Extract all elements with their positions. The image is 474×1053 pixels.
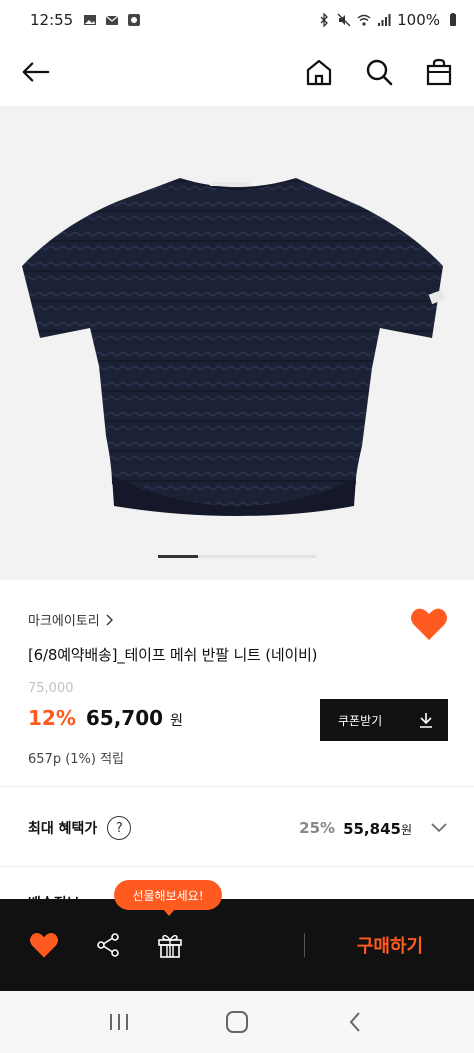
shopping-bag-icon	[426, 58, 452, 86]
price-row: 12% 65,700 원	[28, 706, 183, 730]
home-circle-icon	[226, 1011, 248, 1033]
currency-label: 원	[170, 713, 184, 729]
recent-apps-icon	[110, 1014, 128, 1030]
share-icon	[97, 933, 119, 957]
wishlist-button[interactable]	[410, 606, 448, 642]
status-time: 12:55	[30, 11, 74, 29]
purchase-bar: 구매하기	[0, 899, 474, 991]
divider	[0, 786, 474, 787]
back-button[interactable]	[20, 57, 50, 87]
gift-tooltip-text: 선물해보세요!	[132, 888, 204, 903]
max-benefit-currency: 원	[400, 822, 412, 837]
signal-icon	[378, 14, 391, 26]
back-system-button[interactable]	[335, 1002, 375, 1042]
home-button[interactable]	[304, 57, 334, 87]
battery-percent: 100%	[397, 11, 440, 29]
help-icon[interactable]: ?	[107, 816, 132, 840]
original-price: 75,000	[28, 681, 74, 696]
recent-apps-button[interactable]	[99, 1002, 139, 1042]
knit-sweater-image	[22, 178, 446, 516]
separator	[304, 933, 305, 957]
cart-button[interactable]	[424, 57, 454, 87]
gift-icon	[158, 934, 182, 958]
max-benefit-row[interactable]: 최대 혜택가 ? 25% 55,845원	[28, 812, 448, 844]
search-button[interactable]	[364, 57, 394, 87]
app-icon	[128, 14, 141, 26]
image-icon	[84, 15, 97, 25]
buy-button[interactable]: 구매하기	[320, 915, 460, 975]
mute-icon	[337, 13, 351, 27]
heart-icon	[30, 933, 58, 958]
carousel-active-segment	[158, 555, 198, 558]
chevron-right-icon	[106, 614, 113, 625]
chevron-left-icon	[349, 1012, 360, 1032]
max-benefit-percent: 25%	[299, 819, 336, 837]
wifi-icon	[357, 14, 371, 26]
coupon-download-button[interactable]: 쿠폰받기	[320, 699, 448, 741]
max-benefit-label: 최대 혜택가	[28, 821, 98, 837]
reward-points: 657p (1%) 적립	[28, 752, 125, 767]
product-title: [6/8예약배송]_테이프 메쉬 반팔 니트 (네이비)	[28, 646, 318, 664]
heart-icon	[411, 608, 447, 640]
product-image[interactable]	[0, 106, 474, 580]
bluetooth-icon	[320, 13, 329, 27]
chevron-down-icon	[431, 823, 447, 833]
wishlist-bottom-button[interactable]	[26, 927, 62, 963]
search-icon	[366, 59, 393, 86]
gift-button[interactable]	[152, 927, 188, 963]
system-navigation-bar	[0, 991, 474, 1053]
gift-tooltip: 선물해보세요!	[114, 880, 222, 916]
mail-icon	[105, 15, 119, 25]
share-button[interactable]	[90, 927, 126, 963]
coupon-label: 쿠폰받기	[338, 713, 383, 728]
brand-link[interactable]: 마크에이토리	[28, 610, 114, 629]
carousel-indicator	[158, 555, 316, 558]
home-system-button[interactable]	[217, 1002, 257, 1042]
home-icon	[306, 59, 332, 86]
max-benefit-price: 55,845	[343, 819, 401, 838]
brand-name: 마크에이토리	[28, 614, 100, 629]
sale-price: 65,700	[85, 706, 164, 730]
discount-rate: 12%	[28, 706, 76, 730]
top-navigation	[0, 40, 474, 104]
divider	[0, 866, 474, 867]
tooltip-pointer	[162, 908, 176, 916]
battery-icon	[450, 13, 456, 26]
back-arrow-icon	[22, 62, 50, 82]
download-icon	[420, 713, 432, 728]
status-bar: 12:55 100%	[0, 0, 474, 40]
